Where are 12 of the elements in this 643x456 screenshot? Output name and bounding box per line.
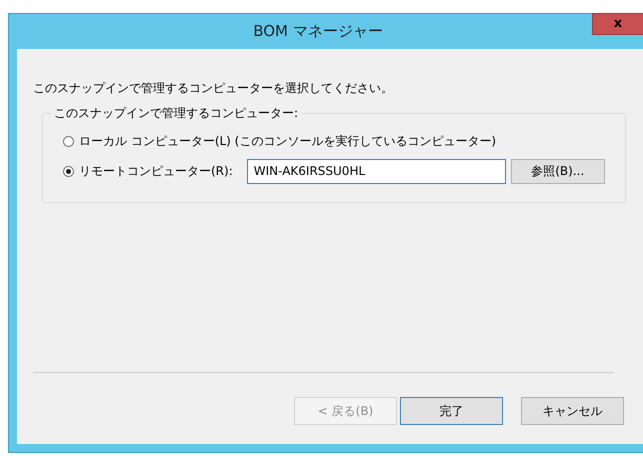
radio-button[interactable] <box>63 136 74 146</box>
dialog-button[interactable]: キャンセル <box>521 397 624 425</box>
instruction-text: このスナップインで管理するコンピューターを選択してください。 <box>33 80 394 97</box>
close-button[interactable]: x <box>592 13 643 35</box>
browse-button[interactable]: 参照(B)... <box>510 158 605 184</box>
computer-name-field[interactable]: WIN-AK6IRSSU0HL <box>246 158 506 184</box>
radio-label[interactable]: リモートコンピューター(R): <box>79 162 233 180</box>
window-title: BOM マネージャー <box>253 22 383 41</box>
radio-button[interactable] <box>63 166 74 176</box>
dialog-button[interactable]: 完了 <box>400 397 503 425</box>
group-label: このスナップインで管理するコンピューター: <box>53 105 300 122</box>
radio-label[interactable]: ローカル コンピューター(L) (このコンソールを実行しているコンピューター) <box>79 132 496 150</box>
